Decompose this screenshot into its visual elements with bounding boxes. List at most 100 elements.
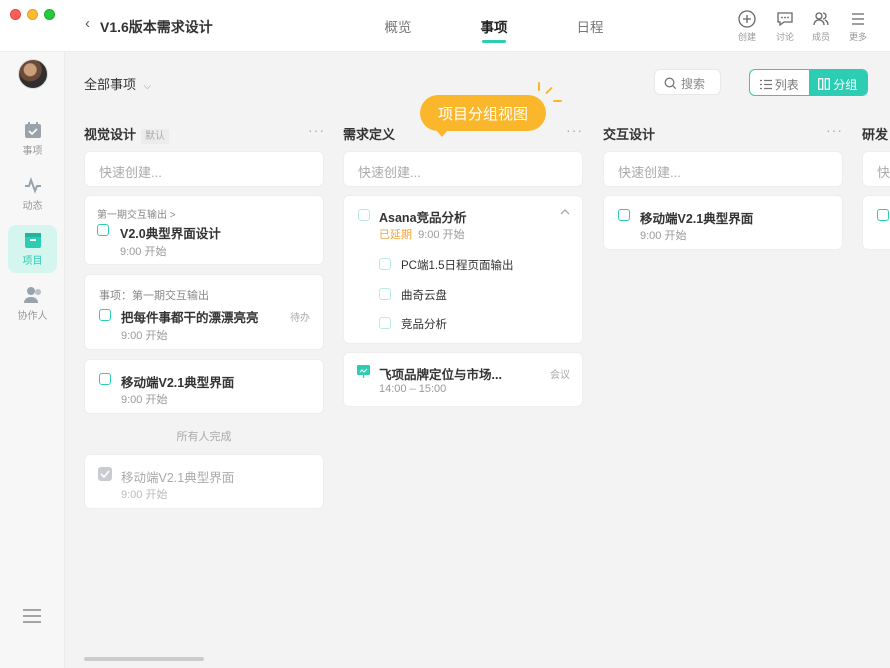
- column-title: 需求定义: [343, 127, 396, 142]
- minimize-window-button[interactable]: [27, 9, 38, 20]
- sidebar-label: 项目: [22, 256, 43, 267]
- filter-dropdown[interactable]: 全部事项 ⌵: [84, 74, 151, 93]
- task-card[interactable]: 移动端V2.1典型界面 9:00 开始: [603, 195, 843, 250]
- task-title: 移动端V2.1典型界面: [121, 376, 235, 390]
- subtask-checkbox[interactable]: [379, 317, 391, 329]
- task-time: 9:00 开始: [418, 229, 465, 241]
- members-label: 成员: [811, 32, 830, 42]
- task-meta: 已延期 9:00 开始: [379, 226, 465, 242]
- task-card[interactable]: 移动端V2.1典型界面 9:00 开始: [84, 359, 324, 414]
- tab-schedule[interactable]: 日程: [542, 16, 638, 46]
- done-task-card[interactable]: 移动端V2.1典型界面 9:00 开始: [84, 454, 324, 509]
- columns-icon: [818, 78, 831, 90]
- members-button[interactable]: 成员: [803, 10, 839, 43]
- members-icon: [813, 12, 829, 26]
- close-window-button[interactable]: [10, 9, 21, 20]
- column-more-icon[interactable]: ···: [566, 122, 583, 138]
- quick-create-input[interactable]: 快: [862, 151, 890, 187]
- task-title: 移动端V2.1典型界面: [121, 471, 235, 485]
- sidebar-label: 协作人: [17, 311, 48, 322]
- group-view-tooltip: 项目分组视图: [420, 95, 546, 137]
- list-view-button[interactable]: 列表: [750, 70, 809, 95]
- more-label: 更多: [848, 32, 867, 42]
- group-view-button[interactable]: 分组: [808, 70, 867, 95]
- task-checkbox[interactable]: [618, 209, 630, 221]
- menu-icon: [852, 13, 864, 25]
- tab-overview[interactable]: 概览: [350, 16, 446, 46]
- checked-checkbox-icon[interactable]: [98, 467, 112, 481]
- hamburger-icon[interactable]: [22, 608, 42, 624]
- subtask-checkbox[interactable]: [379, 288, 391, 300]
- task-checkbox[interactable]: [99, 309, 111, 321]
- app-window: ‹ V1.6版本需求设计 概览 事项 日程 创建 讨论 成员 更多 事项 动态 …: [0, 0, 890, 668]
- list-view-label: 列表: [774, 78, 799, 92]
- sidebar: 事项 动态 项目 协作人: [0, 52, 65, 668]
- subtask-title: PC端1.5日程页面输出: [401, 260, 514, 272]
- top-tabs: 概览 事项 日程: [350, 16, 638, 46]
- task-time: 9:00 开始: [120, 246, 167, 258]
- sidebar-label: 动态: [22, 201, 43, 212]
- search-label: 搜索: [681, 77, 706, 91]
- create-button[interactable]: 创建: [729, 10, 765, 43]
- task-checkbox[interactable]: [358, 209, 370, 221]
- project-icon: [24, 233, 41, 248]
- avatar[interactable]: [18, 59, 48, 89]
- task-card[interactable]: [862, 195, 890, 250]
- task-card[interactable]: 第一期交互输出 > V2.0典型界面设计 9:00 开始: [84, 195, 324, 265]
- status-badge: 待办: [290, 313, 310, 324]
- task-time: 9:00 开始: [121, 330, 168, 342]
- task-title: 把每件事都干的漂漂亮亮: [121, 311, 259, 325]
- task-checkbox[interactable]: [97, 224, 109, 236]
- sidebar-item-activity[interactable]: 动态: [8, 170, 57, 218]
- discuss-button[interactable]: 讨论: [767, 10, 803, 43]
- create-label: 创建: [737, 32, 756, 42]
- spark-mark: [538, 82, 540, 91]
- collaborators-icon: [23, 287, 41, 303]
- more-button[interactable]: 更多: [840, 10, 876, 43]
- column-title: 研发: [862, 127, 889, 142]
- subtask-title: 曲奇云盘: [401, 290, 447, 302]
- task-title: Asana竞品分析: [379, 211, 467, 225]
- chevron-down-icon: ⌵: [143, 81, 152, 92]
- spark-mark: [545, 86, 553, 95]
- task-title: 移动端V2.1典型界面: [640, 212, 754, 226]
- chat-icon: [777, 12, 793, 27]
- task-time: 9:00 开始: [121, 394, 168, 406]
- card-parent-link[interactable]: 第一期交互输出 >: [97, 206, 176, 221]
- sidebar-item-project[interactable]: 项目: [8, 225, 57, 273]
- tab-items[interactable]: 事项: [446, 16, 542, 46]
- meeting-badge: 会议: [550, 370, 570, 381]
- project-title: V1.6版本需求设计: [100, 19, 213, 35]
- search-button[interactable]: 搜索: [654, 69, 721, 95]
- group-view-label: 分组: [833, 78, 858, 92]
- task-card[interactable]: 事项：第一期交互输出 把每件事都干的漂漂亮亮 9:00 开始 待办: [84, 274, 324, 350]
- task-checkbox[interactable]: [99, 373, 111, 385]
- plus-circle-icon: [738, 10, 756, 28]
- subtask-checkbox[interactable]: [379, 258, 391, 270]
- discuss-label: 讨论: [775, 32, 794, 42]
- sidebar-item-items[interactable]: 事项: [8, 115, 57, 163]
- task-time: 9:00 开始: [121, 489, 168, 501]
- meeting-card[interactable]: 飞项品牌定位与市场... 14:00 – 15:00 会议: [343, 352, 583, 407]
- column-more-icon[interactable]: ···: [308, 122, 325, 138]
- sidebar-item-collaborators[interactable]: 协作人: [8, 280, 57, 328]
- chevron-left-icon[interactable]: ‹: [85, 15, 90, 32]
- default-tag: 默认: [141, 129, 170, 144]
- titlebar: ‹ V1.6版本需求设计 概览 事项 日程 创建 讨论 成员 更多: [0, 0, 890, 52]
- task-card[interactable]: Asana竞品分析 已延期 9:00 开始 PC端1.5日程页面输出 曲奇云盘 …: [343, 195, 583, 344]
- spark-mark: [553, 100, 562, 102]
- quick-create-input[interactable]: 快速创建...: [343, 151, 583, 187]
- quick-create-input[interactable]: 快速创建...: [603, 151, 843, 187]
- column-more-icon[interactable]: ···: [826, 122, 843, 138]
- chevron-up-icon[interactable]: [560, 208, 570, 216]
- filter-label: 全部事项: [84, 77, 137, 92]
- completed-divider[interactable]: 所有人完成: [84, 428, 324, 444]
- quick-create-input[interactable]: 快速创建...: [84, 151, 324, 187]
- task-checkbox[interactable]: [877, 209, 889, 221]
- column-title: 交互设计: [603, 127, 656, 142]
- horizontal-scrollbar[interactable]: [84, 657, 204, 661]
- column-title-text: 视觉设计: [84, 127, 137, 142]
- view-toggle: 列表 分组: [749, 69, 868, 96]
- maximize-window-button[interactable]: [44, 9, 55, 20]
- task-icon: [24, 122, 41, 138]
